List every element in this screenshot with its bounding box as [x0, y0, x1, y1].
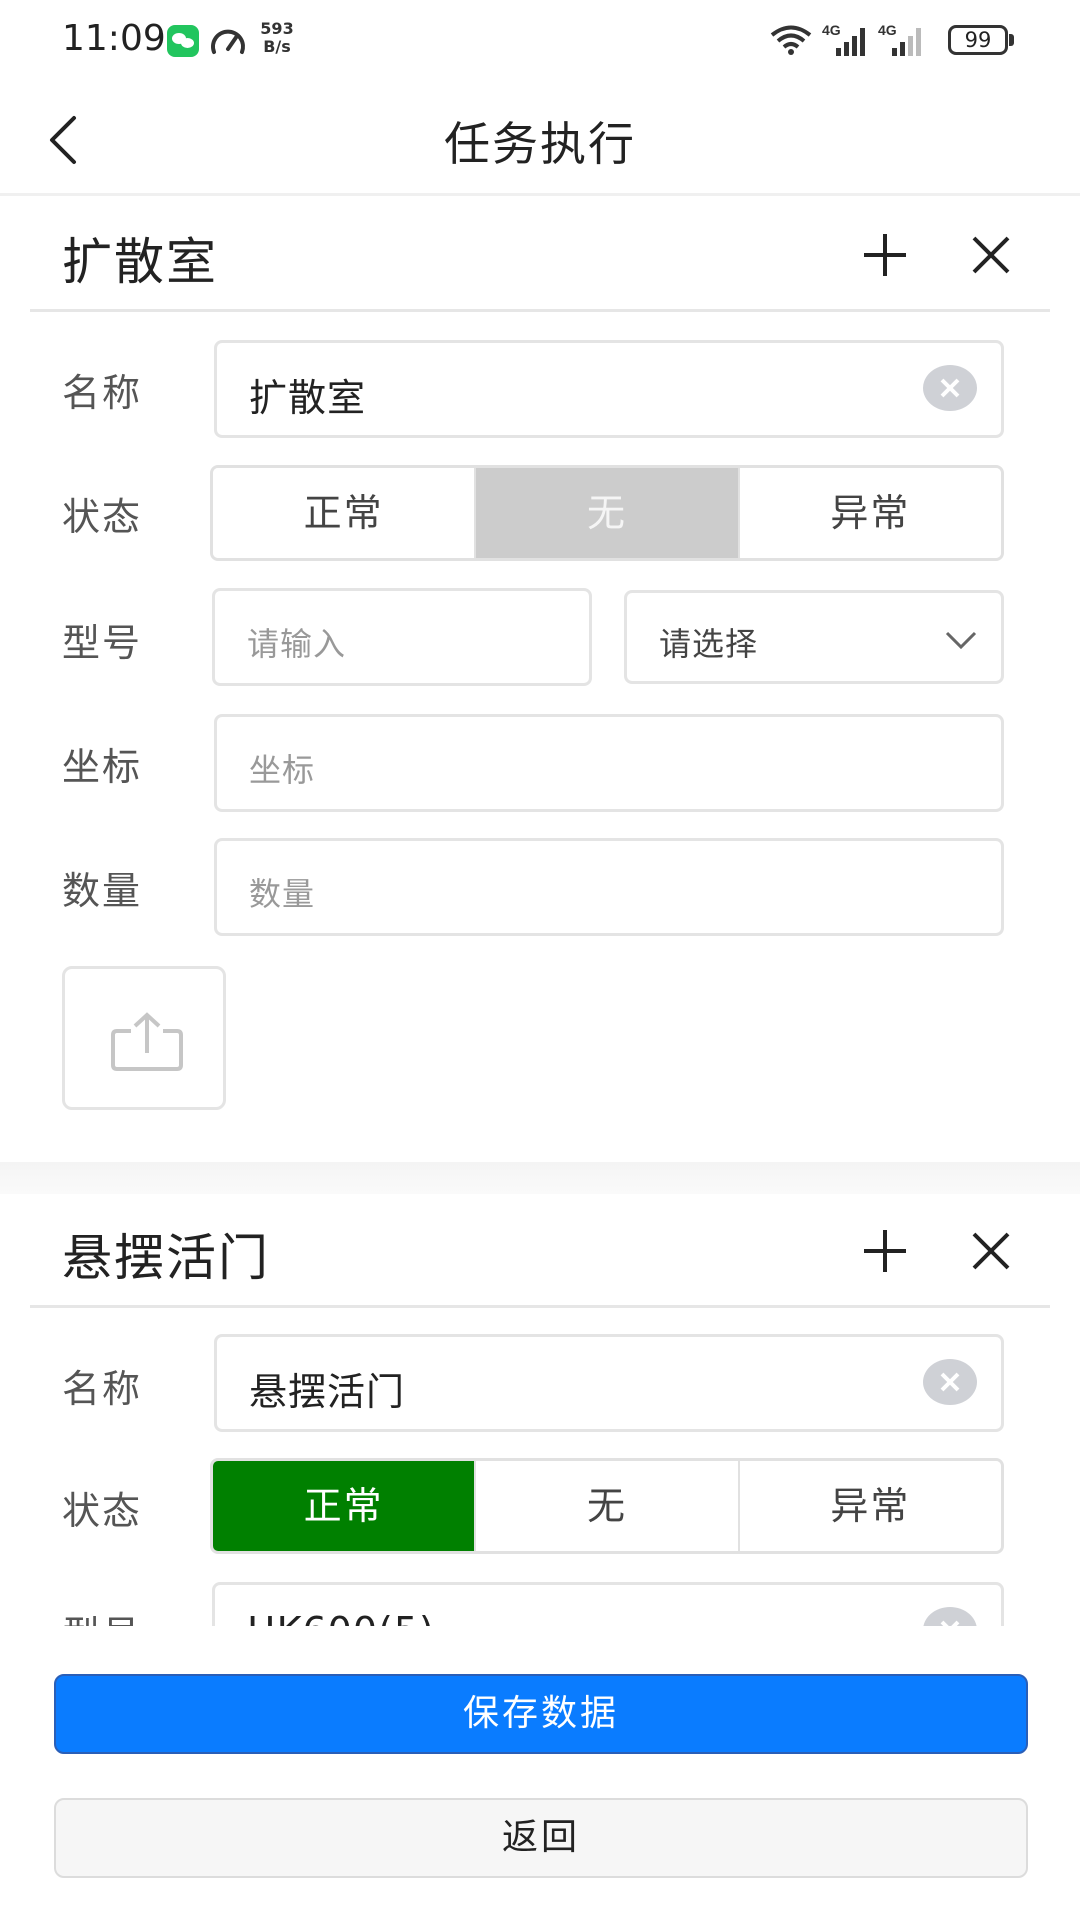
name-label: 名称: [62, 371, 143, 415]
signal-type-label-2: 4G: [878, 22, 897, 38]
bottom-action-bar: 保存数据 返回: [0, 1626, 1080, 1920]
network-speed-value: 593: [260, 19, 294, 38]
name-input-value-2: 悬摆活门: [249, 1370, 406, 1414]
page-title: 任务执行: [444, 117, 636, 171]
status-option-normal[interactable]: 正常: [213, 468, 475, 558]
card-separator: [0, 1162, 1080, 1194]
clear-icon-3[interactable]: [923, 1607, 977, 1626]
signal-strength-icon: 4G: [822, 22, 874, 58]
model-input-placeholder: 请输入: [247, 625, 347, 663]
wechat-notification-icon: [167, 25, 199, 57]
card-header-2: 悬摆活门: [30, 1194, 1050, 1308]
signal-type-label: 4G: [822, 22, 841, 38]
quantity-input[interactable]: 数量: [214, 838, 1004, 936]
name-input-2[interactable]: 悬摆活门: [214, 1334, 1004, 1432]
model-label-2: 型号: [62, 1604, 142, 1626]
close-icon-2[interactable]: [968, 1228, 1014, 1274]
status-option-none-2[interactable]: 无: [474, 1461, 738, 1551]
status-label: 状态: [62, 495, 143, 539]
card-title: 扩散室: [62, 233, 218, 291]
status-label-2: 状态: [62, 1489, 143, 1533]
status-option-normal-2[interactable]: 正常: [213, 1461, 475, 1551]
return-button[interactable]: 返回: [54, 1798, 1028, 1878]
status-option-none[interactable]: 无: [474, 468, 738, 558]
upload-icon: [111, 1012, 183, 1071]
model-select-placeholder: 请选择: [659, 625, 759, 663]
signal-strength-icon-2: 4G: [878, 22, 932, 58]
add-icon-2[interactable]: [860, 1226, 910, 1276]
network-speed: 593 B/s: [258, 20, 296, 56]
add-icon[interactable]: [860, 230, 910, 280]
save-data-button[interactable]: 保存数据: [54, 1674, 1028, 1754]
model-input[interactable]: 请输入: [212, 588, 592, 686]
coordinate-input[interactable]: 坐标: [214, 714, 1004, 812]
upload-button[interactable]: [62, 966, 226, 1110]
status-bar: 11:09 593 B/s 4G 4G 99: [0, 0, 1080, 80]
name-input-value: 扩散室: [249, 376, 367, 420]
status-segmented-control: 正常 无 异常: [210, 465, 1004, 561]
quantity-label: 数量: [62, 869, 143, 913]
card-header: 扩散室: [30, 198, 1050, 312]
close-icon[interactable]: [968, 232, 1014, 278]
device-card-2: 悬摆活门 名称 悬摆活门 状态 正常 无 异常 型号 HK600(5): [0, 1194, 1080, 1626]
name-input[interactable]: 扩散室: [214, 340, 1004, 438]
coordinate-input-placeholder: 坐标: [249, 751, 316, 789]
status-option-abnormal[interactable]: 异常: [737, 468, 1001, 558]
device-card: 扩散室 名称 扩散室 状态 正常 无 异常 型号 请输入 请选择 坐标 坐标 数…: [0, 198, 1080, 1162]
status-time: 11:09: [62, 18, 166, 59]
clear-icon-2[interactable]: [923, 1359, 977, 1405]
speedometer-icon: [211, 29, 245, 54]
coordinate-label: 坐标: [62, 745, 143, 789]
model-label: 型号: [62, 621, 143, 665]
quantity-input-placeholder: 数量: [249, 875, 316, 913]
battery-level: 99: [964, 28, 992, 52]
card-title-2: 悬摆活门: [62, 1229, 270, 1287]
nav-bar: 任务执行: [0, 82, 1080, 196]
wifi-icon: [770, 25, 812, 55]
clear-icon[interactable]: [923, 365, 977, 411]
name-label-2: 名称: [62, 1367, 143, 1411]
model-select[interactable]: 请选择: [624, 590, 1004, 684]
battery-icon: 99: [948, 25, 1014, 55]
model-input-2[interactable]: HK600(5): [212, 1582, 1004, 1626]
status-segmented-control-2: 正常 无 异常: [210, 1458, 1004, 1554]
model-input-value-2: HK600(5): [247, 1609, 435, 1626]
chevron-down-icon: [945, 631, 977, 650]
status-option-abnormal-2[interactable]: 异常: [737, 1461, 1001, 1551]
network-speed-unit: B/s: [263, 37, 291, 56]
